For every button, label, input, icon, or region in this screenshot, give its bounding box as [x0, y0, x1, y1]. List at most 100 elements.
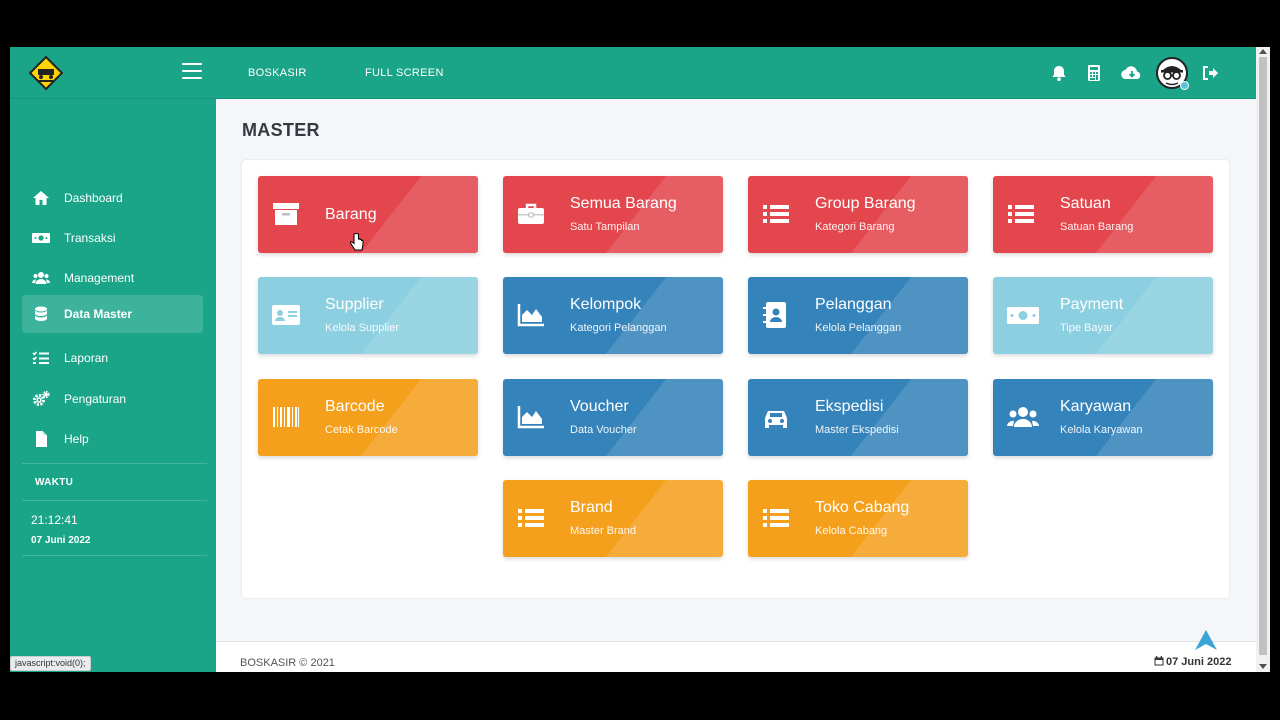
- list-check-icon: [32, 349, 50, 367]
- tile-group-barang[interactable]: Group Barang Kategori Barang: [748, 176, 968, 253]
- tile-kelompok[interactable]: Kelompok Kategori Pelanggan: [503, 277, 723, 354]
- tile-subtitle: Master Ekspedisi: [815, 424, 899, 436]
- database-icon: [32, 305, 50, 323]
- car-icon: [762, 404, 790, 430]
- tile-toko-cabang[interactable]: Toko Cabang Kelola Cabang: [748, 480, 968, 557]
- tile-subtitle: Kelola Karyawan: [1060, 424, 1143, 436]
- sidebar-item-help[interactable]: Help: [22, 420, 203, 458]
- tile-title: Satuan: [1060, 195, 1111, 212]
- address-book-icon: [762, 302, 790, 328]
- sidebar-item-data-master[interactable]: Data Master: [22, 295, 203, 333]
- users-icon: [1007, 404, 1039, 430]
- tile-shine: [833, 277, 968, 354]
- tile-voucher[interactable]: Voucher Data Voucher: [503, 379, 723, 456]
- bell-icon[interactable]: [1049, 63, 1069, 83]
- tile-title: Karyawan: [1060, 398, 1132, 415]
- tile-title: Semua Barang: [570, 195, 677, 212]
- tile-subtitle: Kelola Cabang: [815, 525, 888, 537]
- file-icon: [32, 430, 50, 448]
- tile-barang[interactable]: Barang: [258, 176, 478, 253]
- sidebar-date: 07 Juni 2022: [31, 535, 91, 546]
- users-icon: [32, 269, 50, 287]
- nav-full-screen[interactable]: FULL SCREEN: [365, 67, 444, 79]
- tile-subtitle: Cetak Barcode: [325, 424, 398, 436]
- cloud-download-icon[interactable]: [1120, 63, 1144, 83]
- home-icon: [32, 189, 50, 207]
- footer-date: 07 Juni 2022: [1154, 656, 1231, 668]
- top-navbar: BOSKASIR FULL SCREEN: [10, 47, 1256, 99]
- tile-title: Pelanggan: [815, 296, 892, 313]
- tile-title: Barang: [325, 206, 377, 223]
- sidebar-divider: [22, 555, 207, 556]
- tile-semua-barang[interactable]: Semua Barang Satu Tampilan: [503, 176, 723, 253]
- status-bar-url: javascript:void(0);: [10, 656, 91, 671]
- tile-title: Ekspedisi: [815, 398, 884, 415]
- sidebar-item-label: Help: [64, 432, 89, 446]
- sidebar-divider: [22, 463, 207, 464]
- tile-shine: [833, 480, 968, 557]
- scrollbar-thumb[interactable]: [1259, 57, 1267, 655]
- id-card-icon: [272, 302, 300, 328]
- sidebar-item-label: Dashboard: [64, 191, 123, 205]
- tile-pelanggan[interactable]: Pelanggan Kelola Pelanggan: [748, 277, 968, 354]
- tile-payment[interactable]: Payment Tipe Bayar: [993, 277, 1213, 354]
- cogs-icon: [32, 390, 50, 408]
- tile-shine: [588, 176, 723, 253]
- tile-subtitle: Master Brand: [570, 525, 637, 537]
- tile-title: Voucher: [570, 398, 629, 415]
- tile-title: Group Barang: [815, 195, 916, 212]
- sidebar-item-management[interactable]: Management: [22, 259, 203, 297]
- list-icon: [1007, 201, 1035, 227]
- page-scrollbar[interactable]: [1256, 47, 1270, 672]
- tile-subtitle: Kategori Barang: [815, 221, 895, 233]
- tile-subtitle: Satu Tampilan: [570, 221, 640, 233]
- menu-toggle-icon[interactable]: [182, 63, 202, 81]
- sidebar-item-label: Laporan: [64, 351, 109, 365]
- tile-ekspedisi[interactable]: Ekspedisi Master Ekspedisi: [748, 379, 968, 456]
- tile-shine: [343, 277, 478, 354]
- money-bill-icon: [1007, 302, 1039, 328]
- money-icon: [32, 229, 50, 247]
- tile-title: Supplier: [325, 296, 384, 313]
- tile-title: Toko Cabang: [815, 499, 910, 516]
- scroll-to-top-icon[interactable]: [1194, 629, 1218, 651]
- tile-shine: [588, 480, 723, 557]
- brand-logo[interactable]: [29, 56, 63, 90]
- footer-date-text: 07 Juni 2022: [1166, 656, 1232, 668]
- tile-title: Barcode: [325, 398, 385, 415]
- scroll-down-arrow-icon[interactable]: [1259, 664, 1267, 669]
- sidebar-item-label: Pengaturan: [64, 392, 127, 406]
- sidebar-divider: [22, 500, 207, 501]
- tile-karyawan[interactable]: Karyawan Kelola Karyawan: [993, 379, 1213, 456]
- sidebar-item-pengaturan[interactable]: Pengaturan: [22, 380, 203, 418]
- tile-title: Payment: [1060, 296, 1124, 313]
- scroll-up-arrow-icon[interactable]: [1259, 49, 1267, 54]
- tile-title: Brand: [570, 499, 613, 516]
- waktu-header: WAKTU: [35, 477, 74, 488]
- archive-icon: [272, 201, 300, 227]
- list-icon: [762, 505, 790, 531]
- tile-shine: [833, 176, 968, 253]
- calendar-icon: [1154, 656, 1164, 666]
- tile-barcode[interactable]: Barcode Cetak Barcode: [258, 379, 478, 456]
- tile-shine: [343, 379, 478, 456]
- tile-subtitle: Tipe Bayar: [1060, 322, 1113, 334]
- area-chart-icon: [517, 404, 545, 430]
- sidebar-item-transaksi[interactable]: Transaksi: [22, 219, 203, 257]
- tile-satuan[interactable]: Satuan Satuan Barang: [993, 176, 1213, 253]
- sidebar-item-laporan[interactable]: Laporan: [22, 339, 203, 377]
- sign-out-icon[interactable]: [1200, 63, 1220, 83]
- tile-brand[interactable]: Brand Master Brand: [503, 480, 723, 557]
- barcode-icon: [272, 404, 300, 430]
- tile-supplier[interactable]: Supplier Kelola Supplier: [258, 277, 478, 354]
- nav-boskasir[interactable]: BOSKASIR: [248, 67, 307, 79]
- calculator-icon[interactable]: [1084, 63, 1104, 83]
- tile-title: Kelompok: [570, 296, 642, 313]
- sidebar-item-dashboard[interactable]: Dashboard: [22, 179, 203, 217]
- briefcase-icon: [517, 201, 545, 227]
- page-title: MASTER: [242, 120, 320, 140]
- sidebar-item-label: Management: [64, 271, 135, 285]
- page-footer: BOSKASIR © 2021 07 Juni 2022: [216, 641, 1256, 672]
- sidebar-clock: 21:12:41: [31, 513, 78, 527]
- tile-shine: [1078, 277, 1213, 354]
